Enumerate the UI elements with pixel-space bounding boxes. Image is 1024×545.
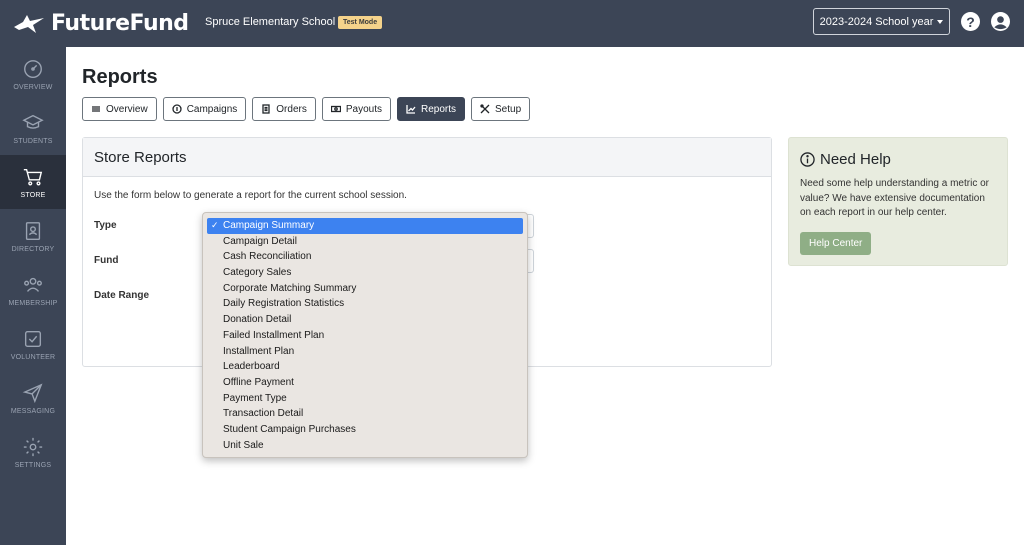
bird-logo-icon bbox=[14, 14, 44, 33]
date-range-label: Date Range bbox=[94, 290, 150, 301]
paper-plane-icon bbox=[22, 382, 43, 403]
tab-reports[interactable]: Reports bbox=[396, 97, 465, 121]
dropdown-option[interactable]: Payment Type bbox=[207, 391, 523, 407]
type-dropdown-menu: ✓ Campaign Summary Campaign Detail Cash R… bbox=[202, 212, 528, 458]
sidebar-item-label: MESSAGING bbox=[10, 407, 56, 415]
dropdown-option-selected[interactable]: ✓ Campaign Summary bbox=[207, 218, 523, 234]
dropdown-option[interactable]: Failed Installment Plan bbox=[207, 328, 523, 344]
dropdown-option[interactable]: Offline Payment bbox=[207, 375, 523, 391]
tab-label: Reports bbox=[420, 103, 456, 115]
sidebar-item-label: VOLUNTEER bbox=[10, 353, 56, 361]
dropdown-option[interactable]: Category Sales bbox=[207, 265, 523, 281]
dropdown-option[interactable]: Installment Plan bbox=[207, 344, 523, 360]
option-label: Campaign Summary bbox=[223, 220, 315, 231]
school-year-dropdown[interactable]: 2023-2024 School year bbox=[813, 8, 950, 35]
sidebar-item-label: MEMBERSHIP bbox=[8, 299, 58, 307]
sidebar-item-messaging[interactable]: MESSAGING bbox=[0, 371, 66, 425]
app-name: FutureFund bbox=[51, 11, 189, 36]
dropdown-option[interactable]: Student Campaign Purchases bbox=[207, 422, 523, 438]
page-title: Reports bbox=[82, 66, 158, 88]
dropdown-option[interactable]: Donation Detail bbox=[207, 312, 523, 328]
help-card-title: Need Help bbox=[820, 151, 891, 168]
receipt-icon bbox=[262, 104, 270, 114]
sidebar-item-label: STORE bbox=[20, 191, 46, 199]
tab-campaigns[interactable]: Campaigns bbox=[162, 97, 247, 121]
tab-setup[interactable]: Setup bbox=[471, 97, 531, 121]
help-symbol: ? bbox=[966, 13, 975, 30]
card-description: Use the form below to generate a report … bbox=[94, 190, 407, 201]
info-circle-icon bbox=[800, 152, 815, 167]
help-center-button[interactable]: Help Center bbox=[800, 231, 872, 255]
tab-label: Payouts bbox=[345, 103, 382, 115]
sidebar-item-overview[interactable]: OVERVIEW bbox=[0, 47, 66, 101]
school-year-label: 2023-2024 School year bbox=[819, 15, 934, 28]
app-logo[interactable]: FutureFund bbox=[13, 11, 189, 36]
report-tabs: Overview Campaigns Orders Payouts Report… bbox=[82, 97, 536, 121]
sidebar: OVERVIEW STUDENTS STORE DIRECTORY MEMBER… bbox=[0, 47, 66, 545]
sidebar-item-membership[interactable]: MEMBERSHIP bbox=[0, 263, 66, 317]
tab-label: Setup bbox=[495, 103, 522, 115]
tab-label: Orders bbox=[276, 103, 307, 115]
type-label: Type bbox=[94, 220, 117, 231]
sidebar-item-students[interactable]: STUDENTS bbox=[0, 101, 66, 155]
dropdown-option[interactable]: Unit Sale bbox=[207, 438, 523, 454]
checkmark-icon: ✓ bbox=[211, 220, 219, 230]
sidebar-item-label: OVERVIEW bbox=[13, 83, 53, 91]
card-title: Store Reports bbox=[83, 138, 771, 177]
graduation-cap-icon bbox=[22, 114, 44, 129]
sidebar-item-volunteer[interactable]: VOLUNTEER bbox=[0, 317, 66, 371]
dropdown-option[interactable]: Campaign Detail bbox=[207, 234, 523, 250]
list-icon bbox=[92, 106, 100, 112]
need-help-card: Need Help Need some help understanding a… bbox=[788, 137, 1008, 266]
top-navbar: FutureFund Spruce Elementary School Test… bbox=[0, 0, 1024, 47]
help-card-title-row: Need Help bbox=[800, 151, 996, 168]
fund-label: Fund bbox=[94, 255, 119, 266]
dropdown-option[interactable]: Transaction Detail bbox=[207, 406, 523, 422]
people-group-icon bbox=[24, 277, 42, 292]
dropdown-option[interactable]: Leaderboard bbox=[207, 359, 523, 375]
school-name: Spruce Elementary School bbox=[205, 16, 336, 28]
line-chart-icon bbox=[406, 105, 416, 114]
checkbox-icon bbox=[24, 330, 42, 347]
tab-label: Campaigns bbox=[186, 103, 238, 115]
money-icon bbox=[330, 105, 341, 113]
sidebar-item-directory[interactable]: DIRECTORY bbox=[0, 209, 66, 263]
directory-book-icon bbox=[25, 221, 41, 240]
test-mode-badge: Test Mode bbox=[338, 16, 383, 29]
tab-orders[interactable]: Orders bbox=[252, 97, 316, 121]
sidebar-item-label: DIRECTORY bbox=[11, 245, 55, 253]
tab-label: Overview bbox=[106, 103, 148, 115]
user-account-icon[interactable] bbox=[991, 12, 1010, 31]
sidebar-item-label: STUDENTS bbox=[13, 137, 53, 145]
dropdown-option[interactable]: Corporate Matching Summary bbox=[207, 281, 523, 297]
shopping-cart-icon bbox=[23, 168, 43, 185]
dropdown-option[interactable]: Daily Registration Statistics bbox=[207, 296, 523, 312]
tab-payouts[interactable]: Payouts bbox=[321, 97, 391, 121]
caret-down-icon bbox=[937, 19, 944, 24]
sidebar-item-label: SETTINGS bbox=[14, 461, 52, 469]
tab-overview[interactable]: Overview bbox=[82, 97, 157, 121]
coin-icon bbox=[172, 104, 182, 114]
sidebar-item-settings[interactable]: SETTINGS bbox=[0, 425, 66, 479]
dropdown-option[interactable]: Cash Reconciliation bbox=[207, 249, 523, 265]
sidebar-item-store[interactable]: STORE bbox=[0, 155, 66, 209]
dashboard-gauge-icon bbox=[24, 59, 42, 78]
help-icon[interactable]: ? bbox=[961, 12, 980, 31]
tools-icon bbox=[480, 104, 490, 114]
gear-icon bbox=[23, 437, 43, 456]
help-card-text: Need some help understanding a metric or… bbox=[800, 178, 989, 218]
